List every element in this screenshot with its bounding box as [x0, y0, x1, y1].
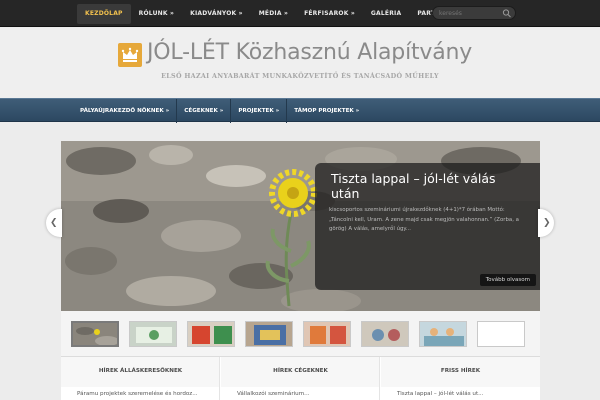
slider-thumbnail-4[interactable] [245, 321, 293, 347]
slider-prev-button[interactable]: ❮ [46, 209, 62, 237]
slider-thumbnail-7[interactable] [419, 321, 467, 347]
top-menu-item-home[interactable]: KEZDŐLAP [77, 4, 131, 24]
site-title[interactable]: JÓL-LÉT Közhasznú Alapítvány [147, 40, 472, 65]
column-title[interactable]: FRISS HÍREK [381, 368, 540, 374]
category-navigation-bar: PÁLYAÚJRAKEZDŐ NŐKNEK » CÉGEKNEK » PROJE… [0, 98, 600, 123]
column-title[interactable]: HÍREK CÉGEKNEK [221, 368, 380, 374]
column-header-company-news: HÍREK CÉGEKNEK [221, 357, 380, 387]
top-menu-item-media[interactable]: MÉDIA » [251, 4, 296, 24]
site-logo[interactable] [118, 43, 142, 67]
chevron-left-icon: ❮ [50, 218, 58, 228]
column-body: Tiszta lappal – jól-lét válás ut... [381, 387, 540, 400]
slider-next-button[interactable]: ❯ [538, 209, 554, 237]
site-tagline: ELSŐ HAZAI ANYABARÁT MUNKAKÖZVETÍTŐ ÉS T… [161, 72, 439, 80]
top-menu-item-mens-corner[interactable]: FÉRFISAROK » [296, 4, 363, 24]
slider-thumbnails [61, 311, 540, 357]
site-header: JÓL-LÉT Közhasznú Alapítvány ELSŐ HAZAI … [0, 28, 600, 98]
column-header-jobseeker-news: HÍREK ÁLLÁSKERESŐKNEK [61, 357, 220, 387]
chevron-right-icon: ❯ [543, 218, 551, 228]
slide-caption-box: Tiszta lappal – jól-lét válás után kiscs… [315, 163, 540, 290]
slider-thumbnail-3[interactable] [187, 321, 235, 347]
top-menu-item-gallery[interactable]: GALÉRIA [363, 4, 409, 24]
column-body: Páramu projektek szeremelése és hordoz..… [61, 387, 220, 400]
read-more-button[interactable]: Tovább olvasom [479, 274, 536, 286]
slider-thumbnail-5[interactable] [303, 321, 351, 347]
slide-title[interactable]: Tiszta lappal – jól-lét válás után [331, 171, 501, 201]
category-item-tamop-projects[interactable]: TÁMOP PROJEKTEK » [287, 99, 366, 123]
column-title[interactable]: HÍREK ÁLLÁSKERESŐKNEK [61, 368, 220, 374]
category-menu: PÁLYAÚJRAKEZDŐ NŐKNEK » CÉGEKNEK » PROJE… [73, 99, 366, 123]
top-menu-item-publications[interactable]: KIADVÁNYOK » [182, 4, 251, 24]
category-item-projects[interactable]: PROJEKTEK » [231, 99, 286, 123]
column-header-latest-news: FRISS HÍREK [381, 357, 540, 387]
category-item-companies[interactable]: CÉGEKNEK » [177, 99, 230, 123]
featured-slider: Tiszta lappal – jól-lét válás után kiscs… [61, 141, 540, 311]
news-item-link[interactable]: Vállalkozói szeminárium... [237, 391, 310, 397]
slider-thumbnail-1[interactable] [71, 321, 119, 347]
news-columns: HÍREK ÁLLÁSKERESŐKNEK HÍREK CÉGEKNEK FRI… [61, 357, 540, 400]
search-box [432, 6, 516, 20]
news-item-link[interactable]: Páramu projektek szeremelése és hordoz..… [77, 391, 198, 397]
search-icon[interactable] [501, 8, 513, 18]
slide-excerpt: kiscsoportos szemináriumi újrakezdőknek … [329, 207, 519, 232]
slider-thumbnail-6[interactable] [361, 321, 409, 347]
top-menu-item-about[interactable]: RÓLUNK » [131, 4, 182, 24]
column-body: Vállalkozói szeminárium... [221, 387, 380, 400]
slider-thumbnail-2[interactable] [129, 321, 177, 347]
top-menu: KEZDŐLAP RÓLUNK » KIADVÁNYOK » MÉDIA » F… [77, 4, 474, 24]
top-navigation-bar: KEZDŐLAP RÓLUNK » KIADVÁNYOK » MÉDIA » F… [0, 0, 600, 27]
slider-thumbnail-8[interactable] [477, 321, 525, 347]
search-input[interactable] [439, 8, 497, 19]
category-item-returning-women[interactable]: PÁLYAÚJRAKEZDŐ NŐKNEK » [73, 99, 176, 123]
crown-icon [121, 47, 139, 62]
news-item-link[interactable]: Tiszta lappal – jól-lét válás ut... [397, 391, 483, 397]
